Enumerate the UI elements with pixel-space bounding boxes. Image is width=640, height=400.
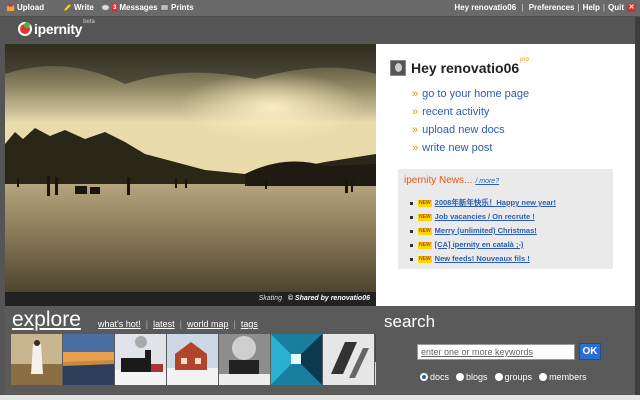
messages-link[interactable]: 3 Messages <box>101 3 158 12</box>
thumbnail[interactable] <box>167 334 218 385</box>
messages-badge: 3 <box>112 3 118 12</box>
news-item[interactable]: NEW 2008年新年快乐！Happy new year! <box>410 196 556 210</box>
arrow-icon: » <box>412 106 419 118</box>
latest-link[interactable]: latest <box>153 319 175 329</box>
preferences-link[interactable]: Preferences <box>529 3 575 12</box>
action-recent[interactable]: » recent activity <box>412 103 529 121</box>
news-item[interactable]: NEW New feeds! Nouveaux fils ! <box>410 252 556 266</box>
logo-icon <box>18 22 32 36</box>
radio-members[interactable]: members <box>539 372 587 382</box>
arrow-icon: » <box>412 142 419 154</box>
thumbnail[interactable] <box>271 334 322 385</box>
action-write[interactable]: » write new post <box>412 139 529 157</box>
radio-icon <box>456 373 465 381</box>
radio-selected-icon <box>420 373 428 381</box>
prints-icon <box>160 4 169 11</box>
new-badge: NEW <box>418 227 432 235</box>
thumbnail[interactable] <box>63 334 114 385</box>
close-icon[interactable]: ✕ <box>627 3 636 12</box>
featured-photo[interactable] <box>5 44 376 306</box>
news-item[interactable]: NEW [CA] ipernity en català ;-) <box>410 238 556 252</box>
write-label: Write <box>74 3 94 12</box>
news-item[interactable]: NEW Merry (unlimited) Christmas! <box>410 224 556 238</box>
write-link[interactable]: Write <box>63 3 94 12</box>
explore-section: explore what's hot! | latest | world map… <box>5 306 426 395</box>
action-home[interactable]: » go to your home page <box>412 85 529 103</box>
pencil-icon <box>63 3 72 12</box>
quit-link[interactable]: Quit <box>608 3 624 12</box>
new-badge: NEW <box>418 241 432 249</box>
arrow-icon: » <box>412 88 419 100</box>
greeting-heading: Hey renovatio06 <box>411 60 520 76</box>
prints-label: Prints <box>171 3 194 12</box>
more-news-link[interactable]: / more? <box>475 178 499 185</box>
thumbnail[interactable] <box>219 334 270 385</box>
search-section: search OK docs blogs groups members <box>376 306 635 395</box>
radio-icon <box>539 373 548 381</box>
messages-icon <box>101 4 110 11</box>
search-input[interactable] <box>417 344 575 360</box>
pro-badge: pro <box>520 57 529 63</box>
radio-blogs[interactable]: blogs <box>456 372 488 382</box>
news-item[interactable]: NEW Job vacancies / On recrute ! <box>410 210 556 224</box>
world-map-link[interactable]: world map <box>187 319 229 329</box>
thumbnail[interactable] <box>115 334 166 385</box>
greeting-link[interactable]: Hey renovatio06 <box>454 3 516 12</box>
prints-link[interactable]: Prints <box>160 3 194 12</box>
action-upload[interactable]: » upload new docs <box>412 121 529 139</box>
photo-title[interactable]: Skating <box>259 295 282 302</box>
header: ipernity beta <box>0 17 640 44</box>
radio-groups[interactable]: groups <box>494 372 532 382</box>
thumbnail[interactable] <box>11 334 62 385</box>
search-title: search <box>384 312 436 331</box>
radio-icon <box>494 373 503 381</box>
help-link[interactable]: Help <box>583 3 600 12</box>
tags-link[interactable]: tags <box>241 319 258 329</box>
dashboard-panel: Hey renovatio06 pro » go to your home pag… <box>376 44 635 306</box>
ipernity-logo[interactable]: ipernity beta <box>18 19 95 37</box>
new-badge: NEW <box>418 199 432 207</box>
news-box: ipernity News... / more? NEW 2008年新年快乐！Hap… <box>398 169 613 269</box>
search-scope-radios: docs blogs groups members <box>420 372 587 382</box>
upload-icon <box>6 3 15 12</box>
news-title: ipernity News... / more? <box>404 175 500 186</box>
top-toolbar: Upload Write 3 Messages Prints Hey renov… <box>0 0 640 17</box>
bottom-strip <box>0 395 640 400</box>
account-menu: Hey renovatio06 | Preferences | Help | Q… <box>454 3 636 12</box>
whats-hot-link[interactable]: what's hot! <box>98 319 141 329</box>
search-ok-button[interactable]: OK <box>579 343 601 360</box>
quick-actions: » go to your home page » recent activity »… <box>412 85 529 157</box>
logo-text: ipernity <box>34 21 83 37</box>
radio-docs[interactable]: docs <box>420 372 449 382</box>
explore-thumbnails <box>11 334 426 385</box>
explore-nav: what's hot! | latest | world map | tags <box>98 319 258 329</box>
messages-label: Messages <box>119 3 158 12</box>
window-edge <box>635 17 640 400</box>
photo-caption: Skating © Shared by renovatio06 <box>5 292 376 306</box>
thumbnail[interactable] <box>323 334 374 385</box>
upload-link[interactable]: Upload <box>6 3 44 12</box>
explore-title[interactable]: explore <box>12 308 81 332</box>
upload-label: Upload <box>17 3 45 12</box>
news-list: NEW 2008年新年快乐！Happy new year! NEW Job vaca… <box>410 196 556 266</box>
arrow-icon: » <box>412 124 419 136</box>
photo-credit[interactable]: © Shared by renovatio06 <box>288 295 370 302</box>
skating-landscape-image <box>5 44 376 306</box>
avatar[interactable] <box>390 60 406 76</box>
beta-tag: beta <box>83 19 95 25</box>
new-badge: NEW <box>418 213 432 221</box>
new-badge: NEW <box>418 255 432 263</box>
user-greeting: Hey renovatio06 pro <box>390 57 529 76</box>
